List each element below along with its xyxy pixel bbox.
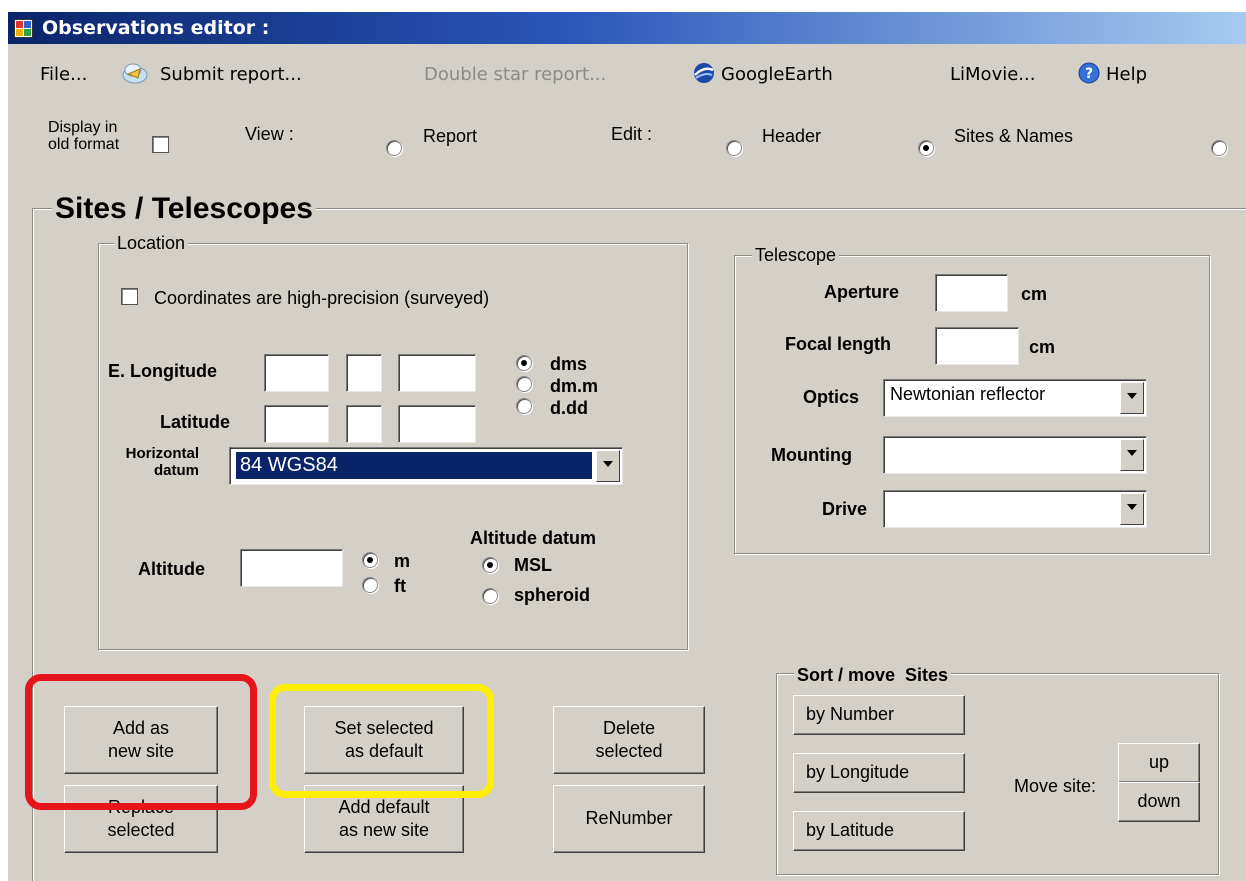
aperture-unit: cm <box>1021 284 1048 304</box>
aperture-label: Aperture <box>824 282 900 302</box>
view-report-label[interactable]: Report <box>423 126 477 147</box>
altitude-input[interactable] <box>240 549 343 587</box>
optics-label: Optics <box>803 387 860 407</box>
horizontal-datum-line2: datum <box>154 462 199 479</box>
move-up-button[interactable]: up <box>1118 743 1200 783</box>
edit-header-label[interactable]: Header <box>762 126 821 147</box>
high-precision-label[interactable]: Coordinates are high-precision (surveyed… <box>154 288 489 309</box>
display-old-format-checkbox[interactable] <box>152 136 169 153</box>
horizontal-datum-value: 84 WGS84 <box>236 452 592 479</box>
chevron-down-icon[interactable] <box>596 450 620 482</box>
longitude-minutes-input[interactable] <box>346 354 382 392</box>
latitude-minutes-input[interactable] <box>346 405 382 443</box>
move-down-button[interactable]: down <box>1118 782 1200 822</box>
sort-by-longitude-button[interactable]: by Longitude <box>793 753 965 793</box>
sort-by-latitude-button[interactable]: by Latitude <box>793 811 965 851</box>
format-ddd-label[interactable]: d.dd <box>550 398 588 419</box>
edit-header-radio[interactable] <box>726 140 742 156</box>
menu-google-earth[interactable]: GoogleEarth <box>721 64 833 85</box>
sort-by-number-button[interactable]: by Number <box>793 695 965 735</box>
format-ddd-radio[interactable] <box>516 398 532 414</box>
view-label: View : <box>245 124 294 144</box>
display-old-format-label: Display in old format <box>48 119 119 153</box>
submit-report-icon <box>122 61 148 85</box>
view-report-radio[interactable] <box>386 140 402 156</box>
optics-select[interactable]: Newtonian reflector <box>883 379 1147 417</box>
unit-m-radio[interactable] <box>362 552 378 568</box>
mounting-select[interactable] <box>883 436 1147 474</box>
chevron-down-icon[interactable] <box>1120 439 1144 471</box>
edit-other-radio[interactable] <box>1211 140 1227 156</box>
format-dms-radio[interactable] <box>516 355 532 371</box>
optics-value: Newtonian reflector <box>890 384 1046 404</box>
horizontal-datum-select[interactable]: 84 WGS84 <box>229 447 623 485</box>
horizontal-datum-label: Horizontal datum <box>114 445 199 479</box>
horizontal-datum-line1: Horizontal <box>125 445 199 462</box>
menu-submit-report[interactable]: Submit report... <box>160 64 302 85</box>
svg-text:?: ? <box>1085 66 1093 82</box>
menu-limovie[interactable]: LiMovie... <box>950 64 1035 85</box>
format-dms-label[interactable]: dms <box>550 354 587 375</box>
chevron-down-icon[interactable] <box>1120 382 1144 414</box>
set-default-button[interactable]: Set selected as default <box>304 706 464 774</box>
delete-selected-button[interactable]: Delete selected <box>553 706 705 774</box>
latitude-seconds-input[interactable] <box>398 405 476 443</box>
help-icon: ? <box>1078 62 1100 84</box>
focal-length-unit: cm <box>1029 337 1056 357</box>
location-legend: Location <box>114 233 189 254</box>
longitude-degrees-input[interactable] <box>264 354 329 392</box>
altitude-datum-msl-radio[interactable] <box>482 557 498 573</box>
altitude-datum-spheroid-label[interactable]: spheroid <box>514 585 590 606</box>
telescope-legend: Telescope <box>752 245 840 266</box>
format-dmm-radio[interactable] <box>516 376 532 392</box>
display-old-format-line2: old format <box>48 136 120 153</box>
drive-label: Drive <box>822 499 868 519</box>
add-default-button[interactable]: Add default as new site <box>304 785 464 853</box>
focal-length-input[interactable] <box>935 327 1019 365</box>
unit-ft-label[interactable]: ft <box>394 576 406 597</box>
edit-sites-names-label[interactable]: Sites & Names <box>954 126 1073 147</box>
replace-selected-button[interactable]: Replace selected <box>64 785 218 853</box>
google-earth-icon <box>693 62 715 84</box>
display-old-format-line1: Display in <box>48 119 118 136</box>
altitude-label: Altitude <box>138 559 205 579</box>
menu-double-star-report[interactable]: Double star report... <box>424 64 606 85</box>
edit-sites-names-radio[interactable] <box>918 140 934 156</box>
altitude-datum-spheroid-radio[interactable] <box>482 588 498 604</box>
latitude-label: Latitude <box>160 412 230 432</box>
menu-help[interactable]: Help <box>1106 64 1147 85</box>
format-dmm-label[interactable]: dm.m <box>550 376 598 397</box>
altitude-datum-msl-label[interactable]: MSL <box>514 555 552 576</box>
altitude-datum-label: Altitude datum <box>470 528 596 548</box>
drive-select[interactable] <box>883 490 1147 528</box>
title-bar: Observations editor : <box>8 12 1246 44</box>
sites-telescopes-title: Sites / Telescopes <box>52 192 316 226</box>
move-site-label: Move site: <box>1014 776 1097 796</box>
e-longitude-label: E. Longitude <box>108 361 217 381</box>
focal-length-label: Focal length <box>785 334 892 354</box>
mounting-label: Mounting <box>771 445 852 465</box>
edit-label: Edit : <box>611 124 653 144</box>
sort-move-legend: Sort / move Sites <box>794 665 952 686</box>
menu-file[interactable]: File... <box>40 64 87 85</box>
unit-ft-radio[interactable] <box>362 577 378 593</box>
latitude-degrees-input[interactable] <box>264 405 329 443</box>
longitude-seconds-input[interactable] <box>398 354 476 392</box>
app-icon <box>14 19 33 38</box>
observations-editor-window: Observations editor : File... Submit rep… <box>8 12 1246 881</box>
aperture-input[interactable] <box>935 274 1008 312</box>
renumber-button[interactable]: ReNumber <box>553 785 705 853</box>
chevron-down-icon[interactable] <box>1120 493 1144 525</box>
high-precision-checkbox[interactable] <box>121 288 138 305</box>
unit-m-label[interactable]: m <box>394 551 410 572</box>
window-title: Observations editor : <box>42 17 270 39</box>
add-new-site-button[interactable]: Add as new site <box>64 706 218 774</box>
